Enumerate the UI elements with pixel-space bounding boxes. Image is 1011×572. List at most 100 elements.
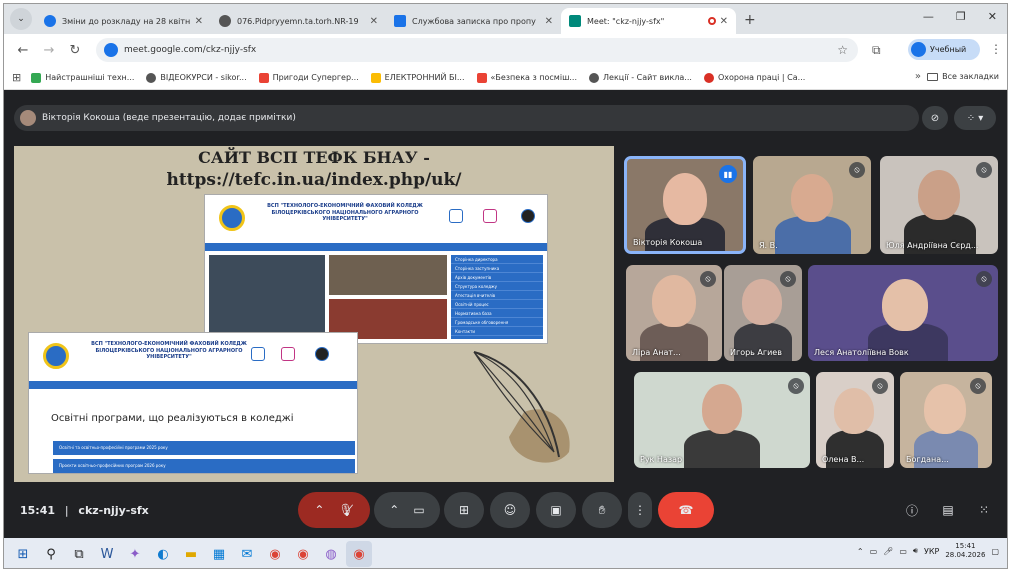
chevron-up-icon[interactable]: ⌃ — [314, 503, 324, 517]
captions-icon: ▣ — [550, 503, 562, 517]
copilot-icon[interactable]: ✦ — [122, 541, 148, 567]
tab-schedule[interactable]: Зміни до розкладу на 28 квітн ✕ — [36, 8, 211, 34]
participant-tile[interactable]: ⦸ Я. В. — [753, 156, 871, 254]
bookmark-item[interactable]: «Безпека з посміш... — [476, 72, 577, 83]
file-explorer-icon[interactable]: ▬ — [178, 541, 204, 567]
bookmark-item[interactable]: ЕЛЕКТРОННИЙ БІ... — [370, 72, 465, 83]
more-vert-icon: ⋮ — [634, 503, 646, 517]
participant-tile[interactable]: ⦸ Игорь Агиев — [724, 265, 802, 361]
bookmark-label: ВІДЕОКУРСИ - sikor... — [160, 73, 247, 82]
captions-button[interactable]: ▣ — [536, 492, 576, 528]
camera-button[interactable]: ⌃ ▭ — [374, 492, 440, 528]
photo-students — [329, 255, 447, 295]
participant-tile[interactable]: ⦸ Богдана... — [900, 372, 992, 468]
edge-icon[interactable]: ◐ — [150, 541, 176, 567]
chrome-icon[interactable]: ◉ — [262, 541, 288, 567]
menu-item: Структура коледжу — [451, 282, 543, 291]
mic-muted-icon: ⦸ — [872, 378, 888, 394]
tab-title: Службова записка про пропу — [412, 16, 536, 26]
feather-decoration-icon — [473, 351, 570, 463]
all-bookmarks-button[interactable]: Все закладки — [927, 72, 999, 81]
tab-memo[interactable]: Службова записка про пропу ✕ — [386, 8, 561, 34]
language-indicator[interactable]: УКР — [924, 547, 939, 556]
participant-tile[interactable]: ⦸ Олена В... — [816, 372, 894, 468]
close-icon[interactable]: ✕ — [545, 16, 553, 27]
search-icon[interactable]: ⚲ — [38, 541, 64, 567]
participant-tile[interactable]: ⦸ Леся Анатоліївна Вовк — [808, 265, 998, 361]
mic-muted-icon: ⦸ — [780, 271, 796, 287]
clock[interactable]: 15:41 28.04.2026 — [945, 542, 985, 560]
bookmark-star-icon[interactable]: ☆ — [837, 43, 848, 57]
outlook-icon[interactable]: ✉ — [234, 541, 260, 567]
browser-menu-icon[interactable]: ⋮ — [990, 42, 1002, 56]
close-window-icon[interactable]: ✕ — [988, 10, 997, 23]
meet-stage: Вікторія Кокоша (веде презентацію, додає… — [4, 90, 1007, 538]
bookmark-label: Лекції - Сайт викла... — [603, 73, 692, 82]
chevron-up-icon[interactable]: ⌃ — [389, 503, 399, 517]
close-icon[interactable]: ✕ — [370, 16, 378, 27]
raise-hand-button[interactable]: ✋︎ — [582, 492, 622, 528]
participant-tile[interactable]: ▮▮ Вікторія Кокоша — [624, 156, 746, 254]
microphone-button[interactable]: ⌃ 🎙︎̸ — [298, 492, 370, 528]
photo-workshop — [209, 255, 325, 339]
minimize-icon[interactable]: — — [923, 10, 934, 23]
bookmark-item[interactable]: Лекції - Сайт викла... — [589, 72, 692, 83]
chevron-up-icon[interactable]: ⌃ — [857, 547, 864, 556]
bookmark-item[interactable]: Пригоди Супергер... — [258, 72, 359, 83]
emblem-icon — [315, 347, 329, 361]
store-icon[interactable]: ▦ — [206, 541, 232, 567]
volume-icon[interactable]: 🔊︎ — [913, 546, 918, 556]
close-icon[interactable]: ✕ — [195, 16, 203, 27]
task-view-icon[interactable]: ⧉ — [66, 541, 92, 567]
menu-item: Архів документів — [451, 273, 543, 282]
presenter-avatar — [20, 110, 36, 126]
notifications-icon[interactable]: ▢ — [991, 547, 999, 556]
bookmark-item[interactable]: Охорона праці | Са... — [703, 72, 805, 83]
new-tab-button[interactable]: + — [744, 12, 756, 28]
chat-icon[interactable]: ▤ — [938, 500, 958, 520]
display-icon[interactable]: ▭ — [899, 547, 907, 556]
participant-video — [791, 174, 833, 222]
bookmark-label: Найстрашніші техн... — [45, 73, 135, 82]
extensions-icon[interactable]: ⧉ — [872, 43, 881, 58]
meeting-details-icon[interactable]: ⓘ — [902, 500, 922, 520]
network-icon[interactable]: ▭ — [870, 547, 878, 556]
bookmark-item[interactable]: Найстрашніші техн... — [31, 72, 135, 83]
presentation-slide: САЙТ ВСП ТЕФК БНАУ - https://tefc.in.ua/… — [14, 146, 614, 482]
close-icon[interactable]: ✕ — [720, 16, 728, 27]
reload-icon[interactable]: ↻ — [68, 43, 82, 58]
apps-grid-icon[interactable]: ⊞ — [12, 71, 21, 84]
chrome-active-icon[interactable]: ◉ — [346, 541, 372, 567]
participant-video — [652, 275, 696, 327]
presenter-text: Вікторія Кокоша (веде презентацію, додає… — [42, 113, 296, 123]
menu-item: Атестація вчителів — [451, 291, 543, 300]
tab-document[interactable]: 076.Pidpryyemn.ta.torh.NR-19 ✕ — [211, 8, 386, 34]
back-icon[interactable]: ← — [16, 43, 30, 58]
layout-options-icon[interactable]: ⁘ ▾ — [954, 106, 996, 130]
chrome-profile-icon[interactable]: ◉ — [290, 541, 316, 567]
bookmark-item[interactable]: ВІДЕОКУРСИ - sikor... — [146, 72, 247, 83]
participant-tile[interactable]: ⦸ Юля Андріївна Сєрд... — [880, 156, 998, 254]
leave-call-button[interactable]: ☎︎ — [658, 492, 714, 528]
viber-icon[interactable]: ◍ — [318, 541, 344, 567]
windows-start-icon[interactable]: ⊞ — [10, 541, 36, 567]
tab-meet[interactable]: Meet: "ckz-njjy-sfx" ✕ — [561, 8, 736, 34]
more-bookmarks-icon[interactable]: » — [915, 71, 921, 82]
participant-tile[interactable]: ⦸ Рук Назар — [634, 372, 810, 468]
activities-icon[interactable]: ⁙ — [974, 500, 994, 520]
word-icon[interactable]: W — [94, 541, 120, 567]
stop-presenting-icon[interactable]: ⊘ — [922, 106, 948, 130]
tab-title: Зміни до розкладу на 28 квітн — [62, 16, 191, 26]
present-button[interactable]: ⊞ — [444, 492, 484, 528]
url-field[interactable]: meet.google.com/ckz-njjy-sfx ☆ — [96, 38, 858, 62]
more-options-button[interactable]: ⋮ — [628, 492, 652, 528]
reactions-button[interactable]: ☺ — [490, 492, 530, 528]
microphone-icon[interactable]: 🎤︎ — [883, 547, 893, 556]
participant-name: Рук Назар — [640, 455, 683, 464]
forward-icon[interactable]: → — [42, 43, 56, 58]
profile-button[interactable]: Учебный — [908, 39, 980, 60]
restore-icon[interactable]: ❐ — [956, 10, 966, 23]
tab-search-button[interactable]: ⌄ — [10, 8, 32, 30]
participant-tile[interactable]: ⦸ Ліра Анат... — [626, 265, 722, 361]
site-info-icon[interactable] — [104, 43, 118, 57]
